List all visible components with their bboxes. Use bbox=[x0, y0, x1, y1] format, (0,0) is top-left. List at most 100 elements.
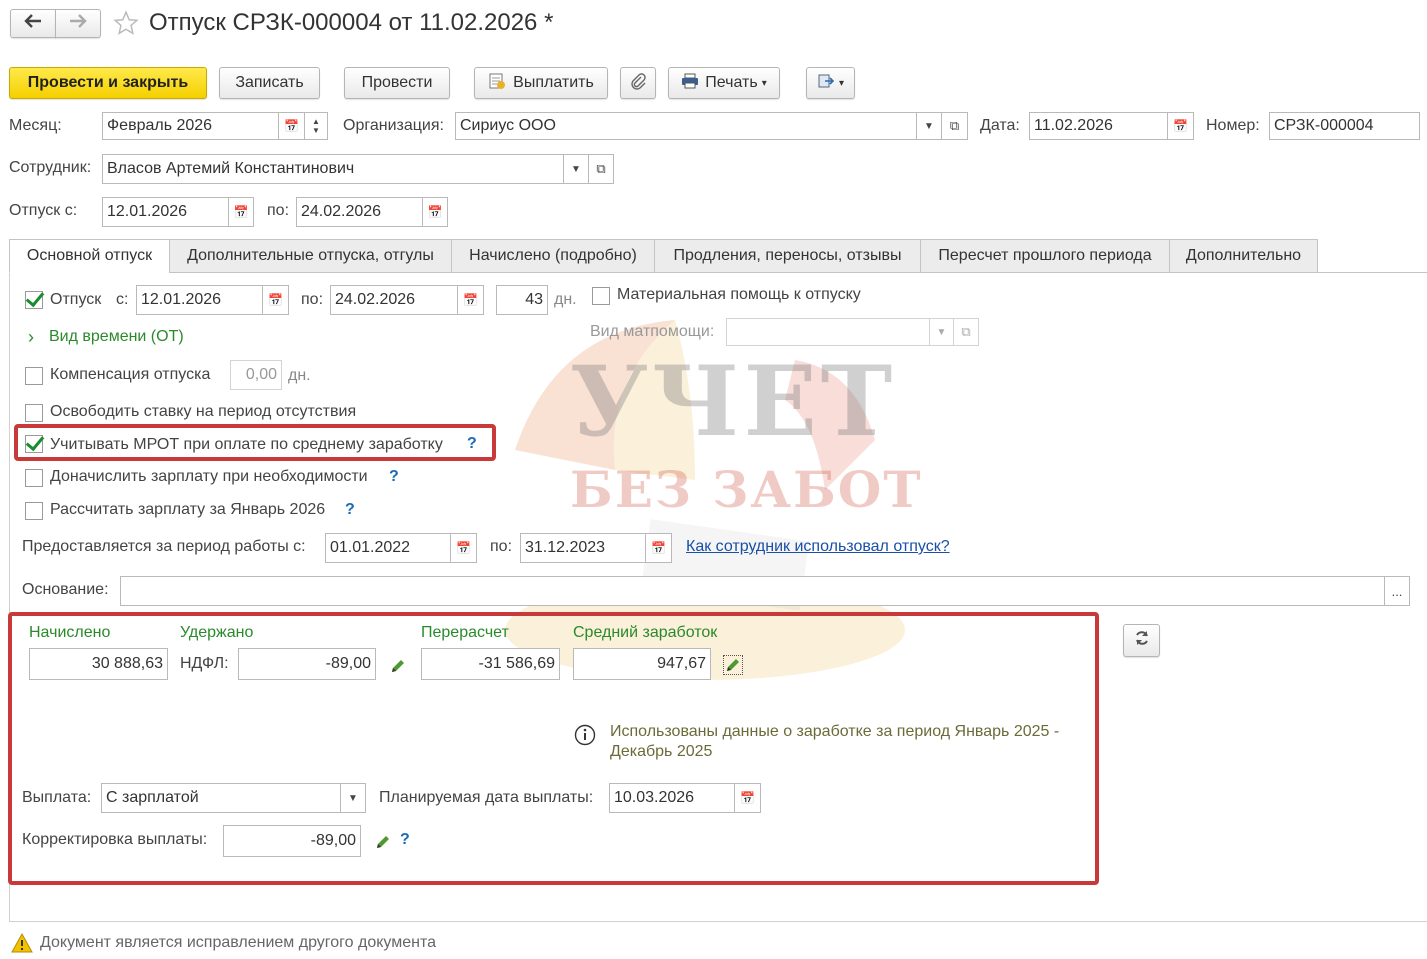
org-field[interactable]: Сириус ООО bbox=[455, 112, 917, 140]
compensation-checkbox[interactable] bbox=[25, 367, 43, 385]
ndfl-edit-pencil-icon[interactable] bbox=[389, 657, 407, 675]
payment-dropdown-button[interactable]: ▼ bbox=[340, 783, 366, 813]
attach-button[interactable] bbox=[620, 67, 656, 99]
avg-earnings-edit-pencil-icon[interactable] bbox=[723, 655, 743, 675]
planned-date-field[interactable]: 10.03.2026 bbox=[609, 783, 735, 813]
time-kind-toggle[interactable]: Вид времени (ОТ) bbox=[49, 328, 184, 346]
tab-extensions[interactable]: Продления, переносы, отзывы bbox=[654, 239, 921, 273]
payment-label: Выплата: bbox=[22, 789, 92, 806]
mrot-help-icon[interactable]: ? bbox=[467, 435, 477, 453]
vacation-start-calendar-button[interactable]: 📅 bbox=[262, 285, 289, 315]
org-dropdown-button[interactable]: ▼ bbox=[916, 112, 942, 140]
work-period-to-calendar-button[interactable]: 📅 bbox=[645, 533, 672, 563]
correction-field[interactable]: -89,00 bbox=[223, 825, 361, 857]
date-field[interactable]: 11.02.2026 bbox=[1029, 112, 1168, 140]
calendar-icon: 📅 bbox=[268, 293, 283, 307]
org-open-button[interactable]: ⧉ bbox=[941, 112, 968, 140]
calc-salary-help-icon[interactable]: ? bbox=[345, 501, 355, 519]
export-button[interactable]: ▾ bbox=[806, 67, 855, 99]
month-stepper[interactable]: ▲ ▼ bbox=[304, 112, 328, 140]
calc-salary-label: Рассчитать зарплату за Январь 2026 bbox=[50, 501, 326, 518]
avg-earnings-header: Средний заработок bbox=[573, 624, 718, 641]
vacation-to-field[interactable]: 24.02.2026 bbox=[296, 197, 423, 227]
basis-field[interactable] bbox=[120, 576, 1385, 606]
paperclip-icon bbox=[629, 72, 647, 95]
month-calendar-button[interactable]: 📅 bbox=[278, 112, 305, 140]
material-help-kind-field[interactable] bbox=[726, 318, 930, 346]
employee-open-button[interactable]: ⧉ bbox=[588, 154, 614, 184]
date-calendar-button[interactable]: 📅 bbox=[1167, 112, 1194, 140]
chevron-down-icon: ▼ bbox=[936, 326, 947, 338]
chevron-right-icon[interactable]: › bbox=[28, 327, 34, 348]
avg-earnings-field[interactable]: 947,67 bbox=[573, 648, 711, 680]
vacation-from-calendar-button[interactable]: 📅 bbox=[228, 197, 254, 227]
chevron-down-icon: ▼ bbox=[924, 120, 934, 132]
ndfl-field[interactable]: -89,00 bbox=[238, 648, 376, 680]
work-period-from-field[interactable]: 01.01.2022 bbox=[325, 533, 451, 563]
correction-edit-pencil-icon[interactable] bbox=[374, 833, 392, 851]
vacation-end-field[interactable]: 24.02.2026 bbox=[330, 285, 458, 315]
warning-icon bbox=[11, 932, 33, 958]
tab-accrued-detail[interactable]: Начислено (подробно) bbox=[451, 239, 655, 273]
withheld-header: Удержано bbox=[180, 624, 254, 641]
footer-warning-text: Документ является исправлением другого д… bbox=[40, 934, 437, 951]
vacation-days-unit: дн. bbox=[554, 291, 577, 308]
tab-additional-vacations[interactable]: Дополнительные отпуска, отгулы bbox=[169, 239, 452, 273]
accrued-field[interactable]: 30 888,63 bbox=[29, 648, 168, 680]
recalc-field[interactable]: -31 586,69 bbox=[421, 648, 560, 680]
arrow-left-icon bbox=[24, 14, 42, 33]
export-icon bbox=[817, 72, 835, 95]
material-help-checkbox[interactable] bbox=[592, 287, 610, 305]
calc-salary-checkbox[interactable] bbox=[25, 502, 43, 520]
month-field[interactable]: Февраль 2026 bbox=[102, 112, 279, 140]
vacation-from-field[interactable]: 12.01.2026 bbox=[102, 197, 229, 227]
tab-main-vacation[interactable]: Основной отпуск bbox=[9, 239, 170, 273]
vacation-to-calendar-button[interactable]: 📅 bbox=[422, 197, 448, 227]
accrue-checkbox[interactable] bbox=[25, 469, 43, 487]
free-rate-label: Освободить ставку на период отсутствия bbox=[50, 403, 357, 420]
planned-date-calendar-button[interactable]: 📅 bbox=[734, 783, 761, 813]
number-field[interactable]: СРЗК-000004 bbox=[1269, 112, 1420, 140]
basis-select-button[interactable]: ... bbox=[1384, 576, 1410, 606]
tab-recalc-prior[interactable]: Пересчет прошлого периода bbox=[920, 239, 1170, 273]
print-button[interactable]: Печать ▾ bbox=[668, 67, 780, 99]
work-period-to-field[interactable]: 31.12.2023 bbox=[520, 533, 646, 563]
watermark-line1: УЧЕТ bbox=[570, 345, 897, 458]
material-help-dropdown-button[interactable]: ▼ bbox=[929, 318, 954, 346]
chevron-down-icon: ▼ bbox=[348, 792, 358, 804]
vacation-days-field[interactable]: 43 bbox=[496, 285, 548, 315]
star-icon[interactable] bbox=[113, 10, 139, 41]
material-help-open-button[interactable]: ⧉ bbox=[953, 318, 979, 346]
forward-button[interactable] bbox=[55, 9, 101, 38]
correction-help-icon[interactable]: ? bbox=[400, 831, 410, 849]
print-label: Печать bbox=[705, 74, 758, 91]
pay-button[interactable]: Выплатить bbox=[474, 67, 608, 99]
calendar-icon: 📅 bbox=[284, 119, 299, 133]
mrot-checkbox[interactable] bbox=[25, 435, 43, 453]
compensation-days-field[interactable]: 0,00 bbox=[230, 360, 282, 390]
calendar-icon: 📅 bbox=[456, 541, 471, 555]
vacation-checkbox[interactable] bbox=[25, 291, 43, 309]
vacation-to-inline-label: по: bbox=[301, 291, 324, 308]
vacation-start-field[interactable]: 12.01.2026 bbox=[136, 285, 263, 315]
employee-dropdown-button[interactable]: ▼ bbox=[563, 154, 589, 184]
vacation-end-calendar-button[interactable]: 📅 bbox=[457, 285, 484, 315]
tab-additional[interactable]: Дополнительно bbox=[1169, 239, 1318, 273]
back-button[interactable] bbox=[10, 9, 56, 38]
refresh-button[interactable] bbox=[1123, 624, 1160, 657]
accrue-help-icon[interactable]: ? bbox=[389, 468, 399, 486]
payment-field[interactable]: С зарплатой bbox=[101, 783, 341, 813]
page-title: Отпуск СРЗК-000004 от 11.02.2026 * bbox=[149, 9, 554, 36]
post-button[interactable]: Провести bbox=[344, 67, 450, 99]
work-period-label: Предоставляется за период работы с: bbox=[22, 538, 306, 555]
vacation-usage-link[interactable]: Как сотрудник использовал отпуск? bbox=[686, 538, 950, 556]
free-rate-checkbox[interactable] bbox=[25, 404, 43, 422]
pay-icon bbox=[488, 72, 506, 95]
watermark-line2: БЕЗ ЗАБОТ bbox=[570, 460, 923, 519]
arrow-right-icon bbox=[69, 14, 87, 33]
employee-field[interactable]: Власов Артемий Константинович bbox=[102, 154, 564, 184]
work-period-from-calendar-button[interactable]: 📅 bbox=[450, 533, 477, 563]
post-and-close-button[interactable]: Провести и закрыть bbox=[9, 67, 207, 99]
number-label: Номер: bbox=[1206, 117, 1260, 134]
save-button[interactable]: Записать bbox=[219, 67, 320, 99]
